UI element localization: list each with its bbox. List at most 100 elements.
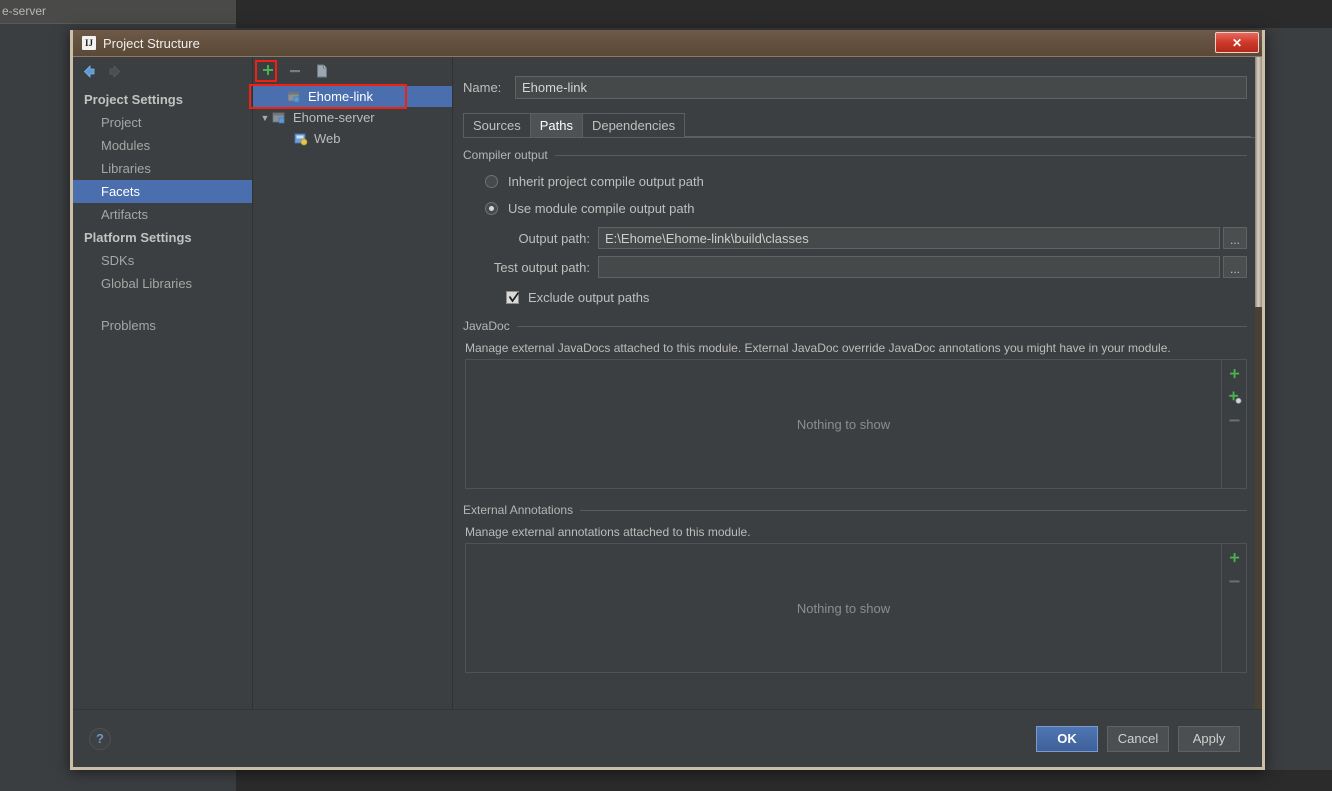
window-body: Project Settings Project Modules Librari…: [73, 57, 1262, 767]
radio-selected-icon[interactable]: [485, 202, 498, 215]
output-path-label: Output path:: [518, 230, 590, 246]
settings-sidebar: Project Settings Project Modules Librari…: [73, 57, 253, 709]
copy-icon: [313, 62, 331, 80]
settings-tab-strip: Sources Paths Dependencies: [463, 113, 1261, 138]
sidebar-item-libraries[interactable]: Libraries: [73, 157, 252, 180]
external-annotations-action-buttons: [1222, 544, 1246, 672]
tab-dependencies[interactable]: Dependencies: [581, 113, 686, 137]
test-output-path-label: Test output path:: [493, 259, 590, 275]
inherit-output-path-option[interactable]: Inherit project compile output path: [463, 170, 1247, 193]
test-output-path-input[interactable]: [598, 256, 1220, 278]
use-module-output-path-option[interactable]: Use module compile output path: [463, 193, 1247, 220]
background-dark-top-region: [236, 0, 1332, 28]
checkbox-checked-icon[interactable]: [506, 291, 520, 304]
window-right-edge-highlight: [1255, 57, 1262, 307]
group-divider: [580, 509, 1247, 511]
paths-tab-content: Compiler output Inherit project compile …: [453, 138, 1261, 709]
output-path-row: Output path: ...: [463, 227, 1247, 249]
sidebar-group-platform-settings: Platform Settings: [84, 230, 192, 245]
window-right-edge-lower: [1255, 307, 1262, 709]
sidebar-nav-toolbar: [73, 57, 252, 85]
module-tree-items: Ehome-link ▼ Ehome-server Web: [253, 85, 452, 149]
tab-strip-filler: [684, 136, 1251, 137]
javadoc-title: JavaDoc: [463, 319, 510, 333]
module-icon: [272, 111, 288, 125]
tree-row-label: Web: [314, 131, 341, 146]
remove-icon: [1227, 413, 1242, 428]
cancel-button[interactable]: Cancel: [1107, 725, 1169, 752]
sidebar-item-problems[interactable]: Problems: [73, 314, 252, 337]
window-title: Project Structure: [103, 35, 200, 51]
javadoc-empty-message: Nothing to show: [466, 360, 1222, 488]
dialog-content-row: Project Settings Project Modules Librari…: [73, 57, 1262, 709]
sidebar-separator: [73, 295, 252, 314]
tree-toggle-icon[interactable]: ▼: [258, 113, 272, 123]
tab-sources[interactable]: Sources: [463, 113, 531, 137]
external-annotations-description: Manage external annotations attached to …: [465, 525, 751, 539]
external-annotations-empty-message: Nothing to show: [466, 544, 1222, 672]
tree-row[interactable]: Web: [253, 128, 452, 149]
javadoc-list-box: Nothing to show: [465, 359, 1247, 489]
tab-paths[interactable]: Paths: [529, 113, 583, 137]
apply-button[interactable]: Apply: [1178, 725, 1240, 752]
use-module-output-path-label: Use module compile output path: [508, 201, 695, 216]
sidebar-item-modules[interactable]: Modules: [73, 134, 252, 157]
dialog-footer: ? OK Cancel Apply: [73, 709, 1262, 767]
name-row: Name:: [453, 57, 1261, 99]
project-structure-dialog: IJ Project Structure ✕ Project Settings …: [70, 30, 1265, 770]
sidebar-item-project[interactable]: Project: [73, 111, 252, 134]
remove-icon: [1227, 574, 1242, 589]
sidebar-item-sdks[interactable]: SDKs: [73, 249, 252, 272]
group-divider: [554, 154, 1247, 156]
add-url-icon[interactable]: [1227, 390, 1242, 405]
tree-row[interactable]: Ehome-link: [253, 86, 452, 107]
back-arrow-icon[interactable]: [81, 63, 98, 80]
javadoc-group-header: JavaDoc: [463, 319, 1247, 333]
name-label: Name:: [463, 80, 502, 95]
external-annotations-group-header: External Annotations: [463, 503, 1247, 517]
javadoc-description: Manage external JavaDocs attached to thi…: [465, 341, 1171, 355]
compiler-output-title: Compiler output: [463, 148, 548, 162]
web-facet-icon: [293, 132, 309, 146]
background-dark-bottom-region: [236, 770, 1332, 791]
exclude-output-paths-label: Exclude output paths: [528, 290, 650, 305]
test-output-path-row: Test output path: ...: [463, 256, 1247, 278]
javadoc-action-buttons: [1222, 360, 1246, 488]
add-button[interactable]: [259, 62, 277, 80]
forward-arrow-icon: [106, 63, 123, 80]
add-icon[interactable]: [1227, 551, 1242, 566]
intellij-idea-icon: IJ: [82, 36, 96, 50]
exclude-output-paths-row[interactable]: Exclude output paths: [463, 278, 1247, 305]
output-path-browse-button[interactable]: ...: [1223, 227, 1247, 249]
group-divider: [516, 325, 1247, 327]
tree-row-label: Ehome-link: [308, 89, 374, 104]
inherit-output-path-label: Inherit project compile output path: [508, 174, 704, 189]
external-annotations-title: External Annotations: [463, 503, 574, 517]
window-titlebar: IJ Project Structure ✕: [73, 30, 1262, 57]
tree-row-label: Ehome-server: [293, 110, 375, 125]
name-input[interactable]: [515, 76, 1247, 99]
test-output-path-browse-button[interactable]: ...: [1223, 256, 1247, 278]
close-icon[interactable]: ✕: [1215, 32, 1259, 53]
remove-button: [286, 62, 304, 80]
facet-settings-panel: Name: Sources Paths Dependencies Compile…: [453, 57, 1262, 709]
compiler-output-group-header: Compiler output: [463, 148, 1247, 162]
output-path-input[interactable]: [598, 227, 1220, 249]
module-tree-toolbar: [253, 57, 452, 85]
sidebar-item-facets[interactable]: Facets: [73, 180, 252, 203]
sidebar-item-list: Project Settings Project Modules Librari…: [73, 85, 252, 337]
sidebar-item-global-libraries[interactable]: Global Libraries: [73, 272, 252, 295]
ok-button[interactable]: OK: [1036, 725, 1098, 752]
radio-unselected-icon[interactable]: [485, 175, 498, 188]
sidebar-item-artifacts[interactable]: Artifacts: [73, 203, 252, 226]
radio-dot: [489, 206, 494, 211]
external-annotations-list-box: Nothing to show: [465, 543, 1247, 673]
tree-row[interactable]: ▼ Ehome-server: [253, 107, 452, 128]
help-icon[interactable]: ?: [89, 727, 111, 750]
sidebar-group-project-settings: Project Settings: [84, 92, 183, 107]
background-window-label: e-server: [2, 4, 47, 18]
add-icon[interactable]: [1227, 367, 1242, 382]
module-tree-panel: Ehome-link ▼ Ehome-server Web: [253, 57, 453, 709]
